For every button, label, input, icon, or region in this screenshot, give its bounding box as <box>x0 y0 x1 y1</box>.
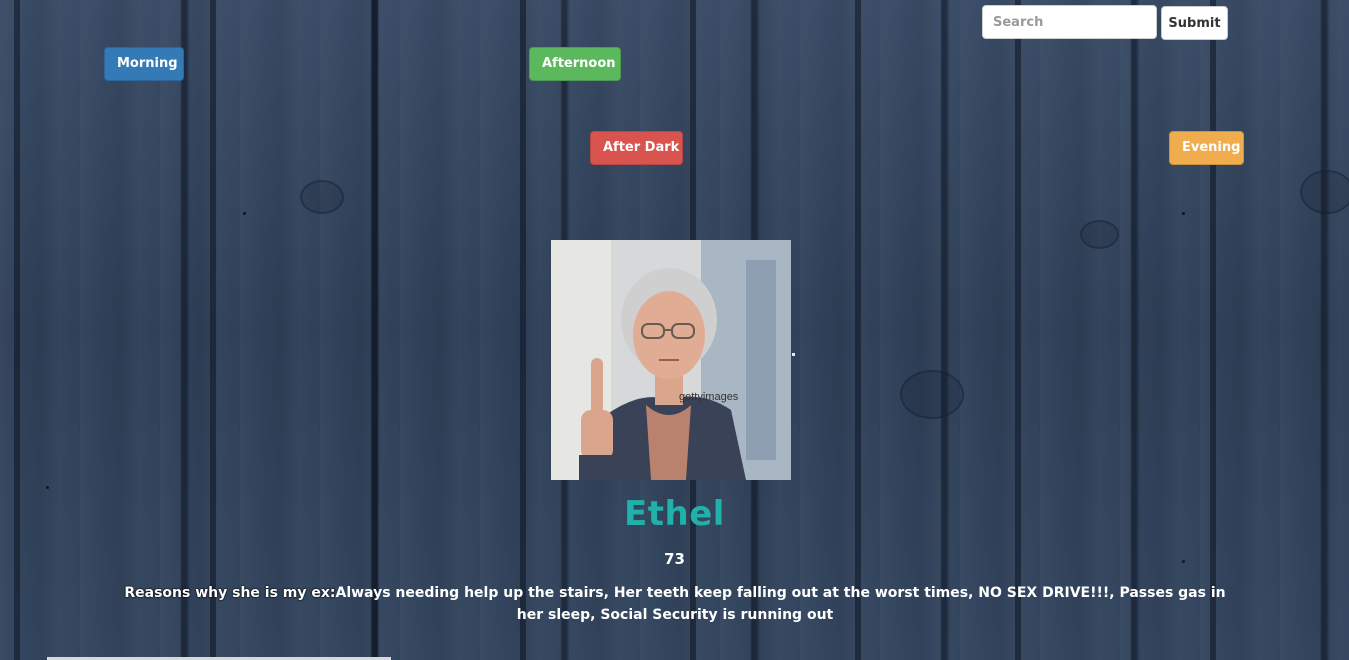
morning-button[interactable]: Morning <box>104 47 184 81</box>
profile-name: Ethel <box>624 494 725 534</box>
search-form: Submit <box>982 5 1230 40</box>
submit-button[interactable]: Submit <box>1161 6 1228 40</box>
evening-button[interactable]: Evening <box>1169 131 1244 165</box>
image-marker <box>792 353 795 356</box>
profile-age: 73 <box>664 550 685 568</box>
reasons-label: Reasons why she is my ex: <box>124 585 336 601</box>
wood-knot <box>1300 170 1349 214</box>
wood-knot <box>1080 220 1119 249</box>
profile-reasons: Reasons why she is my ex:Always needing … <box>120 582 1230 626</box>
nail <box>1182 212 1185 215</box>
reasons-text: Always needing help up the stairs, Her t… <box>335 585 1226 623</box>
wood-knot <box>300 180 344 214</box>
profile-photo-illustration: gettyimages <box>551 240 791 480</box>
after-dark-button[interactable]: After Dark <box>590 131 683 165</box>
wood-knot <box>900 370 964 419</box>
nail <box>46 486 49 489</box>
nail <box>243 212 246 215</box>
getty-watermark: gettyimages <box>679 391 739 403</box>
search-input[interactable] <box>982 5 1157 39</box>
profile-photo: gettyimages <box>551 240 791 480</box>
afternoon-button[interactable]: Afternoon <box>529 47 621 81</box>
